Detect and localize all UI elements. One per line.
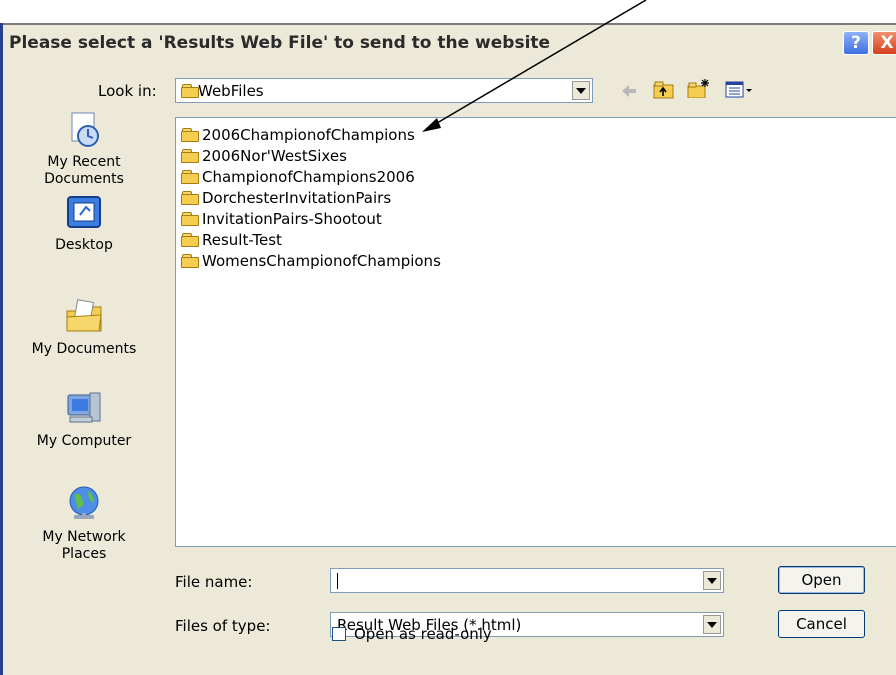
look-in-value: WebFiles — [198, 82, 264, 100]
file-list[interactable]: 2006ChampionofChampions 2006Nor'WestSixe… — [175, 117, 896, 547]
file-name-label: File name: — [175, 573, 253, 591]
read-only-label: Open as read-only — [354, 625, 492, 643]
chevron-down-icon — [576, 87, 586, 94]
folder-icon — [181, 84, 199, 98]
my-documents-icon — [66, 299, 102, 332]
list-item[interactable]: DorchesterInvitationPairs — [181, 188, 391, 208]
look-in-dropdown-arrow[interactable] — [572, 81, 590, 100]
folder-icon — [181, 149, 199, 163]
chevron-down-icon — [707, 577, 717, 584]
list-item[interactable]: WomensChampionofChampions — [181, 251, 441, 271]
file-open-dialog: Please select a 'Results Web File' to se… — [0, 23, 896, 675]
place-desktop[interactable]: Desktop — [3, 193, 165, 254]
look-in-dropdown[interactable]: WebFiles — [175, 78, 593, 103]
text-cursor — [337, 573, 338, 589]
file-type-label: Files of type: — [175, 617, 271, 635]
place-label: My Network Places — [42, 529, 126, 562]
desktop-icon — [67, 196, 101, 228]
view-menu-icon[interactable] — [725, 80, 755, 100]
my-computer-icon — [67, 392, 101, 423]
folder-icon — [181, 128, 199, 142]
back-icon[interactable] — [619, 81, 639, 101]
place-my-computer[interactable]: My Computer — [3, 389, 165, 450]
help-button[interactable]: ? — [843, 31, 869, 55]
place-label: Desktop — [55, 237, 113, 253]
place-recent-documents[interactable]: My Recent Documents — [3, 110, 165, 188]
list-item[interactable]: Result-Test — [181, 230, 282, 250]
chevron-down-icon — [707, 621, 717, 628]
title-bar: Please select a 'Results Web File' to se… — [3, 23, 896, 63]
folder-icon — [181, 212, 199, 226]
folder-icon — [181, 254, 199, 268]
list-item[interactable]: 2006ChampionofChampions — [181, 125, 415, 145]
up-folder-icon[interactable] — [653, 80, 675, 100]
file-type-dropdown-arrow[interactable] — [703, 615, 721, 634]
open-button[interactable]: Open — [778, 566, 865, 594]
place-label: My Recent Documents — [44, 154, 124, 187]
folder-icon — [181, 191, 199, 205]
file-name-input[interactable] — [330, 568, 724, 593]
new-folder-icon[interactable] — [687, 78, 711, 98]
read-only-checkbox[interactable] — [332, 627, 346, 641]
network-places-icon — [69, 486, 99, 519]
place-network[interactable]: My Network Places — [3, 485, 165, 563]
place-label: My Computer — [36, 433, 132, 449]
places-bar: My Recent Documents Desktop My Documents — [3, 75, 165, 675]
cancel-button[interactable]: Cancel — [778, 610, 865, 638]
place-my-documents[interactable]: My Documents — [3, 297, 165, 358]
list-item[interactable]: 2006Nor'WestSixes — [181, 146, 347, 166]
list-item[interactable]: InvitationPairs-Shootout — [181, 209, 382, 229]
place-label: My Documents — [31, 341, 137, 357]
list-item[interactable]: ChampionofChampions2006 — [181, 167, 415, 187]
folder-icon — [181, 170, 199, 184]
folder-icon — [181, 233, 199, 247]
dialog-title: Please select a 'Results Web File' to se… — [9, 33, 551, 53]
recent-documents-icon — [71, 112, 99, 147]
file-name-dropdown-arrow[interactable] — [703, 571, 721, 590]
close-button[interactable]: X — [872, 31, 896, 55]
